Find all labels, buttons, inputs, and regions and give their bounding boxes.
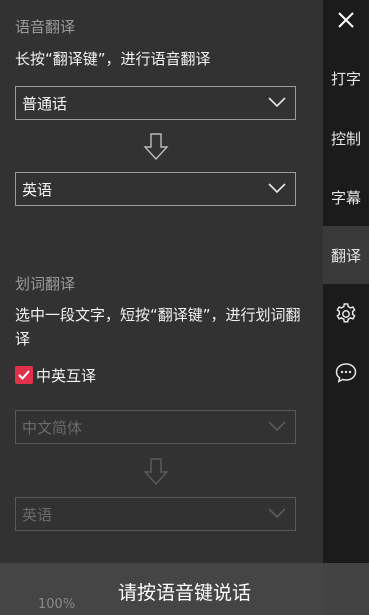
feedback-button[interactable] <box>323 344 369 402</box>
settings-button[interactable] <box>323 285 369 343</box>
word-source-language-select[interactable]: 中文简体 <box>15 410 296 444</box>
side-rail: 打字 控制 字幕 翻译 <box>323 0 369 615</box>
chevron-down-icon <box>268 97 286 108</box>
voice-source-language-select[interactable]: 普通话 <box>15 86 296 120</box>
voice-source-language-value: 普通话 <box>22 94 68 113</box>
voice-target-language-value: 英语 <box>22 180 53 199</box>
gear-icon <box>336 303 356 323</box>
voice-prompt-text: 请按语音键说话 <box>117 582 251 604</box>
rail-item-label: 打字 <box>330 69 361 88</box>
voice-target-language-select[interactable]: 英语 <box>15 172 296 206</box>
voice-section-title: 语音翻译 <box>15 18 76 36</box>
voice-description: 长按“翻译键”，进行语音翻译 <box>15 50 211 68</box>
translation-panel: 语音翻译 长按“翻译键”，进行语音翻译 普通话 英语 划词翻译 选中一段文字，短… <box>0 0 323 615</box>
chat-icon <box>335 363 357 383</box>
rail-item-typing[interactable]: 打字 <box>323 49 369 107</box>
word-target-language-select[interactable]: 英语 <box>15 497 296 531</box>
rail-item-control[interactable]: 控制 <box>323 109 369 167</box>
close-button[interactable] <box>323 0 369 40</box>
rail-item-subtitles[interactable]: 字幕 <box>323 168 369 226</box>
chevron-down-icon <box>268 508 286 519</box>
arrow-down-icon <box>143 458 169 486</box>
rail-item-label: 字幕 <box>330 188 361 207</box>
chevron-down-icon <box>268 421 286 432</box>
chevron-down-icon <box>268 183 286 194</box>
checkmark-icon <box>18 370 30 380</box>
bilingual-checkbox-label[interactable]: 中英互译 <box>36 365 96 386</box>
rail-item-translate[interactable]: 翻译 <box>323 226 369 284</box>
word-source-language-value: 中文简体 <box>22 418 83 437</box>
word-description: 选中一段文字，短按“翻译键”，进行划词翻译 <box>15 306 301 348</box>
close-icon <box>338 12 354 28</box>
arrow-down-icon <box>143 133 169 161</box>
word-section-title: 划词翻译 <box>15 275 76 293</box>
bilingual-checkbox[interactable] <box>15 366 33 384</box>
rail-item-label: 控制 <box>330 129 361 148</box>
rail-item-label: 翻译 <box>330 246 361 265</box>
word-target-language-value: 英语 <box>22 505 53 524</box>
